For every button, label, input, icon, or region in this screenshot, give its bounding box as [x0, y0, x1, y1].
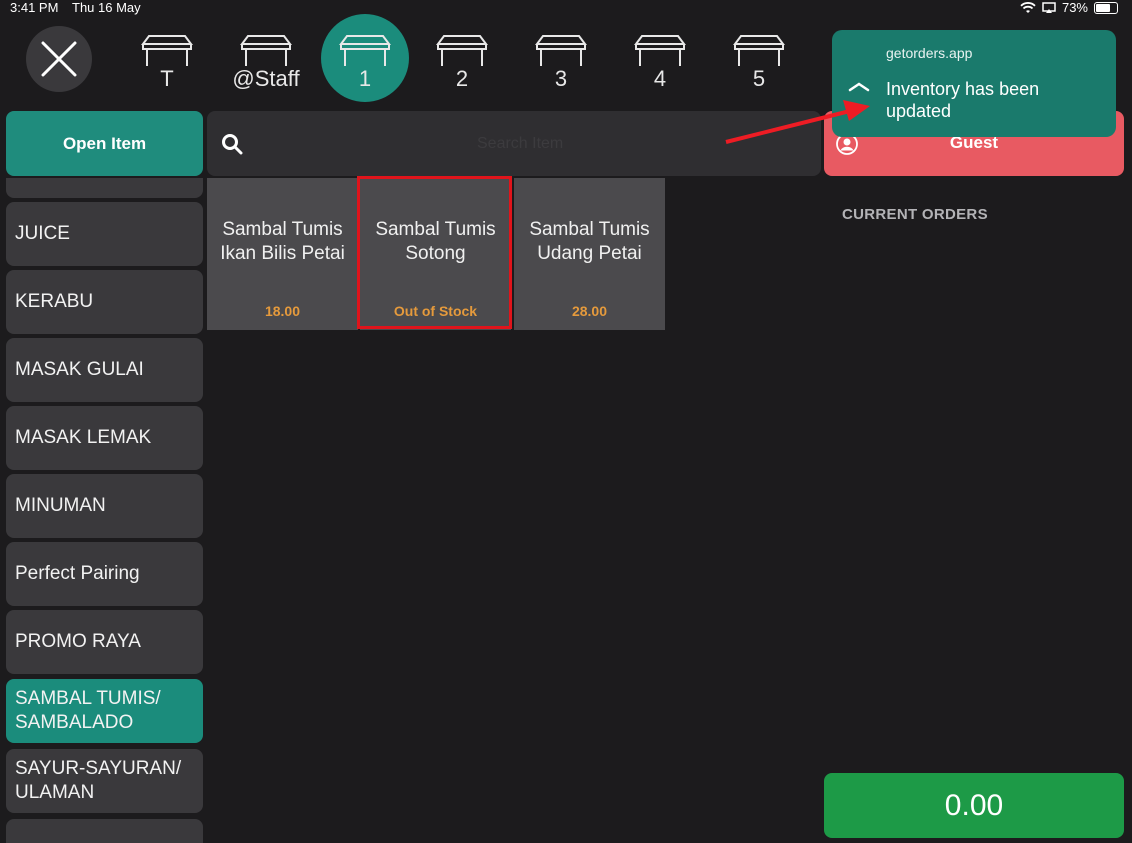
product-price: 28.00 [571, 303, 608, 319]
notification-message: Inventory has been updated [886, 79, 1040, 121]
category-label: MASAK LEMAK [15, 427, 152, 448]
table-label: T [160, 66, 174, 91]
table-icon [436, 35, 488, 66]
table-label: 3 [554, 66, 568, 91]
highlight-box [357, 176, 512, 329]
category-label: SAYUR-SAYURAN/ ULAMAN [15, 758, 182, 803]
open-item-button[interactable]: Open Item [6, 111, 203, 176]
category-item-active[interactable]: SAMBAL TUMIS/ SAMBALADO [6, 679, 203, 743]
category-item[interactable]: MINUMAN [6, 474, 203, 538]
table-icon [141, 35, 193, 66]
product-card[interactable]: Sambal Tumis Ikan Bilis Petai 18.00 [207, 178, 358, 330]
search-placeholder: Search Item [477, 135, 564, 152]
table-label: 4 [653, 66, 667, 91]
category-label: KERABU [15, 291, 94, 312]
table-icon [240, 35, 292, 66]
table-label: @Staff [232, 66, 300, 91]
table-icon [535, 35, 587, 66]
table-label: 1 [358, 66, 372, 91]
status-date: Thu 16 May [72, 0, 141, 15]
category-label: SAMBAL TUMIS/ SAMBALADO [15, 688, 161, 733]
table-icon [339, 35, 391, 66]
close-button[interactable] [26, 26, 92, 92]
battery-icon [1094, 1, 1118, 14]
table-icon [733, 35, 785, 66]
category-item[interactable]: JUICE [6, 202, 203, 266]
table-tab-staff[interactable]: @Staff [221, 14, 311, 102]
table-icon [634, 35, 686, 66]
battery-percent: 73% [1061, 0, 1088, 15]
notification-banner[interactable]: getorders.app Inventory has been updated [832, 30, 1116, 137]
notification-source: getorders.app [886, 45, 973, 61]
search-bar[interactable]: Search Item [207, 111, 821, 176]
chevron-up-icon[interactable] [848, 82, 870, 92]
table-tab-t[interactable]: T [122, 14, 212, 102]
product-price: 18.00 [264, 303, 301, 319]
category-item[interactable]: KERABU [6, 270, 203, 334]
category-label: MASAK GULAI [15, 359, 144, 380]
category-label: MINUMAN [15, 495, 106, 516]
category-sidebar: JUICE KERABU MASAK GULAI MASAK LEMAK MIN… [6, 178, 203, 843]
product-card[interactable]: Sambal Tumis Udang Petai 28.00 [514, 178, 665, 330]
category-label: JUICE [15, 223, 70, 244]
wifi-icon [1020, 1, 1036, 13]
category-item[interactable]: MASAK LEMAK [6, 406, 203, 470]
table-tab-2[interactable]: 2 [417, 14, 507, 102]
product-name: Sambal Tumis Udang Petai [529, 219, 650, 264]
close-icon [41, 41, 77, 77]
table-tab-1[interactable]: 1 [320, 14, 410, 102]
category-label: PROMO RAYA [15, 631, 141, 652]
category-item[interactable]: PROMO RAYA [6, 610, 203, 674]
table-tab-3[interactable]: 3 [516, 14, 606, 102]
category-item[interactable]: SAYUR-SAYURAN/ ULAMAN [6, 749, 203, 813]
category-item[interactable] [6, 178, 203, 198]
table-tab-4[interactable]: 4 [615, 14, 705, 102]
category-label: Perfect Pairing [15, 563, 140, 584]
search-icon [222, 134, 243, 155]
category-item[interactable] [6, 819, 203, 843]
total-button[interactable]: 0.00 [824, 773, 1124, 838]
product-name: Sambal Tumis Ikan Bilis Petai [220, 219, 345, 264]
category-item[interactable]: MASAK GULAI [6, 338, 203, 402]
table-label: 5 [752, 66, 766, 91]
table-label: 2 [455, 66, 469, 91]
current-orders-title: CURRENT ORDERS [842, 206, 988, 223]
status-time: 3:41 PM [10, 0, 59, 15]
table-tab-5[interactable]: 5 [714, 14, 804, 102]
category-item[interactable]: Perfect Pairing [6, 542, 203, 606]
screen-mirror-icon [1042, 1, 1056, 13]
